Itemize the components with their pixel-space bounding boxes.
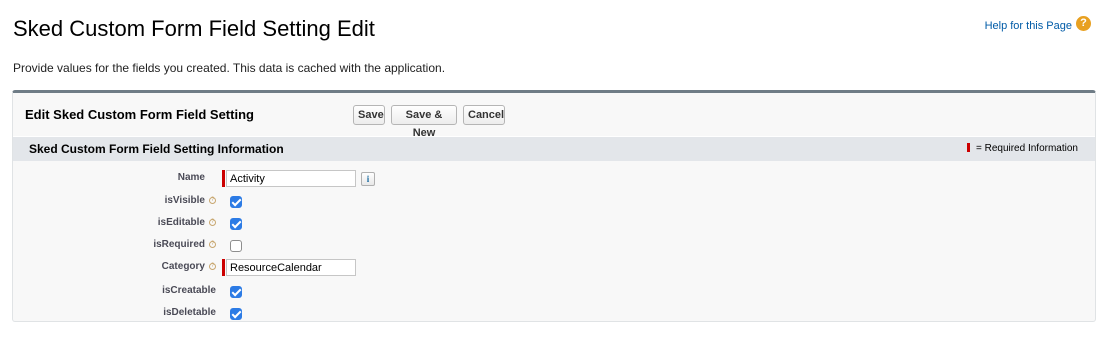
save-button[interactable]: Save — [353, 105, 385, 125]
isdeletable-checkbox[interactable] — [230, 308, 242, 320]
iscreatable-checkbox[interactable] — [230, 286, 242, 298]
cancel-button[interactable]: Cancel — [463, 105, 505, 125]
help-question-icon[interactable]: ? — [1076, 16, 1091, 31]
help-hint-icon[interactable]: ? — [209, 263, 216, 270]
isrequired-checkbox[interactable] — [230, 240, 242, 252]
iseditable-checkbox[interactable] — [230, 218, 242, 230]
page: Sked Custom Form Field Setting Edit Help… — [0, 0, 1106, 351]
isvisible-label: isVisible — [164, 195, 205, 206]
help-hint-icon[interactable]: ? — [209, 241, 216, 248]
help-link[interactable]: Help for this Page — [985, 19, 1072, 33]
field-row-isdeletable: isDeletable — [13, 304, 1095, 324]
help-hint-icon[interactable]: ? — [209, 219, 216, 226]
category-input[interactable] — [226, 259, 356, 276]
iscreatable-label: isCreatable — [162, 285, 216, 296]
page-description: Provide values for the fields you create… — [13, 61, 446, 75]
iseditable-label: isEditable — [157, 217, 205, 228]
field-row-isrequired: isRequired ? — [13, 236, 1095, 256]
lookup-info-button[interactable]: i — [361, 172, 375, 186]
page-title: Sked Custom Form Field Setting Edit — [13, 16, 375, 41]
field-row-isvisible: isVisible ? — [13, 192, 1095, 212]
isdeletable-label: isDeletable — [163, 307, 216, 318]
panel-title: Edit Sked Custom Form Field Setting — [25, 107, 254, 122]
panel-header: Edit Sked Custom Form Field Setting Save… — [13, 93, 1095, 139]
isvisible-checkbox[interactable] — [230, 196, 242, 208]
edit-panel: Edit Sked Custom Form Field Setting Save… — [12, 90, 1096, 322]
field-row-iscreatable: isCreatable — [13, 282, 1095, 302]
field-row-iseditable: isEditable ? — [13, 214, 1095, 234]
isrequired-label: isRequired — [153, 239, 205, 250]
required-indicator — [222, 259, 225, 276]
required-legend-text: = Required Information — [975, 143, 1078, 154]
field-row-name: Name i — [13, 169, 1095, 189]
required-indicator — [222, 170, 225, 187]
field-row-category: Category ? — [13, 258, 1095, 278]
required-marker-icon — [966, 143, 970, 152]
category-label: Category — [161, 261, 205, 272]
help-hint-icon[interactable]: ? — [209, 197, 216, 204]
required-legend: = Required Information — [966, 143, 1078, 155]
name-label: Name — [177, 172, 205, 183]
save-and-new-button[interactable]: Save & New — [391, 105, 457, 139]
section-header: Sked Custom Form Field Setting Informati… — [13, 136, 1095, 161]
name-input[interactable] — [226, 170, 356, 187]
section-title: Sked Custom Form Field Setting Informati… — [29, 142, 284, 156]
